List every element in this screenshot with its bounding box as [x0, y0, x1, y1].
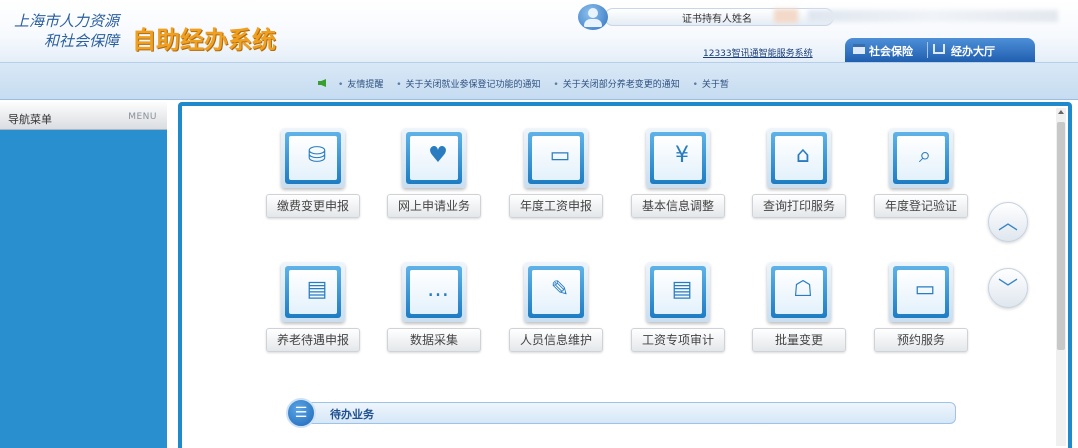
tile-payment-change[interactable]: ⛁ 缴费变更申报	[264, 128, 362, 218]
top-tabs: 社会保险 经办大厅	[845, 38, 1035, 62]
tile-batch-change[interactable]: ☖ 批量变更	[750, 262, 848, 352]
tile-appointment[interactable]: ▭ 预约服务	[872, 262, 970, 352]
online-application-icon: ♥	[402, 128, 466, 188]
presentation-icon: ☖	[767, 262, 831, 322]
sidebar-menu-label[interactable]: MENU	[128, 112, 157, 122]
pending-bar	[304, 402, 956, 424]
sidebar-header: 导航菜单 MENU	[0, 102, 167, 130]
service-link[interactable]: 12333智讯通智能服务系统	[703, 46, 813, 59]
pending-section[interactable]: ☰ 待办业务	[286, 398, 956, 428]
sidebar-title: 导航菜单	[8, 113, 52, 126]
monitor-icon: ▭	[524, 128, 588, 188]
notice-bar: 友情提醒 关于关闭就业参保登记功能的通知 关于关闭部分养老变更的通知 关于暂	[0, 62, 1078, 100]
tile-label: 预约服务	[874, 328, 968, 352]
hall-icon	[933, 44, 945, 54]
user-avatar-icon	[578, 4, 608, 30]
logo-line-1: 上海市人力资源	[14, 12, 120, 30]
tile-label: 缴费变更申报	[266, 194, 360, 218]
user-name-redacted	[774, 9, 798, 23]
tile-info-adjust[interactable]: ¥ 基本信息调整	[629, 128, 727, 218]
tile-label: 养老待遇申报	[266, 328, 360, 352]
home-icon: ⌂	[767, 128, 831, 188]
tile-label: 查询打印服务	[752, 194, 846, 218]
tile-label: 基本信息调整	[631, 194, 725, 218]
document-search-icon: ⌕	[889, 128, 953, 188]
scroll-arrow-up-icon[interactable]	[1058, 110, 1064, 114]
notice-item[interactable]: 关于暂	[693, 80, 729, 90]
tab-service-hall[interactable]: 经办大厅	[951, 43, 995, 59]
logo: 上海市人力资源 和社会保障 自助经办系统	[10, 8, 290, 54]
scroll-up-button[interactable]: ︿	[988, 202, 1028, 242]
tile-annual-wage[interactable]: ▭ 年度工资申报	[507, 128, 605, 218]
tile-label: 工资专项审计	[631, 328, 725, 352]
tile-data-collection[interactable]: … 数据采集	[385, 262, 483, 352]
pending-title: 待办业务	[330, 408, 374, 421]
notice-list: 友情提醒 关于关闭就业参保登记功能的通知 关于关闭部分养老变更的通知 关于暂	[338, 77, 739, 90]
edit-document-icon: ✎	[524, 262, 588, 322]
tile-label: 人员信息维护	[509, 328, 603, 352]
scroll-down-button[interactable]: ﹀	[988, 268, 1028, 308]
tile-label: 年度登记验证	[874, 194, 968, 218]
header: 上海市人力资源 和社会保障 自助经办系统 证书持有人姓名 12333智讯通智能服…	[0, 0, 1078, 62]
monitor-icon: ▭	[889, 262, 953, 322]
notice-item[interactable]: 友情提醒	[338, 80, 383, 90]
tile-label: 批量变更	[752, 328, 846, 352]
tile-online-application[interactable]: ♥ 网上申请业务	[385, 128, 483, 218]
printer-icon: ▤	[281, 262, 345, 322]
tile-label: 数据采集	[387, 328, 481, 352]
logo-line-2: 和社会保障	[44, 32, 120, 50]
tile-label: 网上申请业务	[387, 194, 481, 218]
payment-change-icon: ⛁	[281, 128, 345, 188]
printer-icon: ▤	[646, 262, 710, 322]
system-name: 自助经办系统	[132, 26, 276, 54]
tile-annual-registration[interactable]: ⌕ 年度登记验证	[872, 128, 970, 218]
social-insurance-icon	[853, 44, 865, 54]
scroll-thumb[interactable]	[1057, 122, 1065, 350]
user-label: 证书持有人姓名	[682, 14, 752, 25]
notice-item[interactable]: 关于关闭部分养老变更的通知	[553, 80, 679, 90]
chat-icon: …	[402, 262, 466, 322]
tile-wage-audit[interactable]: ▤ 工资专项审计	[629, 262, 727, 352]
main-frame: ⛁ 缴费变更申报 ♥ 网上申请业务 ▭ 年度工资申报 ¥ 基本信息调整 ⌂ 查询…	[178, 102, 1072, 448]
tab-social-insurance[interactable]: 社会保险	[869, 43, 913, 59]
tab-divider	[927, 42, 928, 58]
speaker-icon	[318, 79, 326, 87]
tile-personnel-info[interactable]: ✎ 人员信息维护	[507, 262, 605, 352]
user-bar: 证书持有人姓名	[578, 4, 1078, 30]
sidebar: 导航菜单 MENU	[0, 102, 167, 448]
main-panel: ⛁ 缴费变更申报 ♥ 网上申请业务 ▭ 年度工资申报 ¥ 基本信息调整 ⌂ 查询…	[182, 106, 1068, 448]
checklist-icon: ☰	[286, 398, 316, 428]
tile-query-print[interactable]: ⌂ 查询打印服务	[750, 128, 848, 218]
vertical-scrollbar[interactable]	[1056, 108, 1066, 446]
info-adjust-icon: ¥	[646, 128, 710, 188]
notice-item[interactable]: 关于关闭就业参保登记功能的通知	[396, 80, 540, 90]
tile-pension-claim[interactable]: ▤ 养老待遇申报	[264, 262, 362, 352]
user-info-redacted	[808, 10, 1058, 22]
tile-label: 年度工资申报	[509, 194, 603, 218]
